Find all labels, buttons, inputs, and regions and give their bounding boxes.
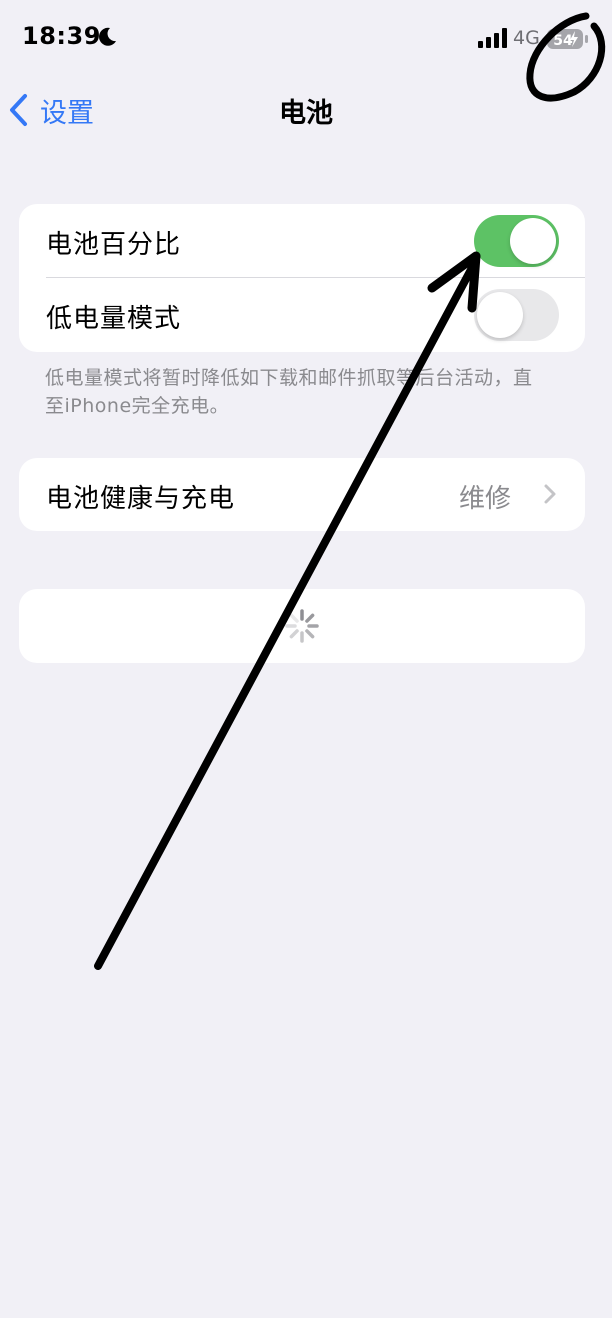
toggle-knob bbox=[510, 218, 556, 264]
status-time: 18:39 bbox=[22, 22, 101, 50]
loading-group bbox=[19, 589, 585, 663]
battery-percentage-label: 电池百分比 bbox=[46, 230, 182, 260]
battery-health-label: 电池健康与充电 bbox=[46, 484, 236, 514]
low-power-mode-footnote: 低电量模式将暂时降低如下载和邮件抓取等后台活动，直至iPhone完全充电。 bbox=[45, 367, 533, 417]
battery-health-group: 电池健康与充电 维修 bbox=[19, 458, 585, 531]
spinner-icon bbox=[285, 609, 319, 643]
toggle-knob bbox=[477, 292, 523, 338]
low-power-mode-toggle[interactable] bbox=[474, 289, 559, 341]
battery-health-status: 维修 bbox=[459, 484, 512, 514]
battery-settings-group: 电池百分比 低电量模式 bbox=[19, 204, 585, 352]
battery-percentage-toggle[interactable] bbox=[474, 215, 559, 267]
moon-icon bbox=[99, 27, 116, 46]
chevron-right-icon bbox=[544, 484, 556, 504]
battery-charging-icon: 54 bbox=[547, 29, 588, 49]
battery-health-row[interactable]: 电池健康与充电 维修 bbox=[19, 458, 585, 531]
cellular-signal-icon bbox=[478, 28, 507, 48]
low-power-mode-row: 低电量模式 bbox=[19, 278, 585, 352]
battery-level-text: 54 bbox=[553, 33, 573, 49]
low-power-mode-label: 低电量模式 bbox=[46, 304, 182, 334]
battery-percentage-row: 电池百分比 bbox=[19, 204, 585, 278]
network-type-label: 4G bbox=[513, 27, 540, 49]
page-title: 电池 bbox=[279, 98, 333, 129]
